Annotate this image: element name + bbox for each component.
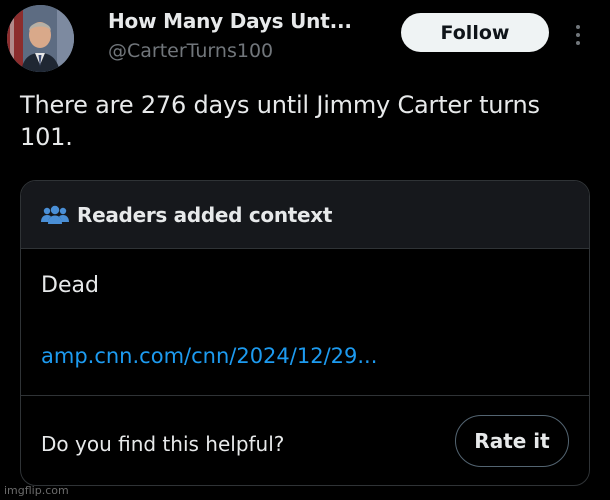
author-display-name[interactable]: How Many Days Unt... [108, 9, 352, 33]
community-note-card: Readers added context Dead amp.cnn.com/c… [20, 180, 590, 486]
more-vertical-icon-dot [576, 41, 580, 45]
more-options-button[interactable] [568, 20, 588, 50]
people-icon [41, 204, 69, 226]
community-note-body: Dead [41, 273, 99, 298]
divider [21, 395, 589, 396]
community-note-title: Readers added context [77, 202, 333, 227]
tweet-text: There are 276 days until Jimmy Carter tu… [20, 91, 540, 151]
avatar[interactable] [7, 5, 74, 72]
community-note-header: Readers added context [21, 181, 589, 249]
more-vertical-icon-dot [576, 33, 580, 37]
avatar-portrait-icon [7, 5, 74, 72]
follow-button[interactable]: Follow [401, 13, 549, 52]
watermark: imgflip.com [4, 484, 69, 497]
rate-it-button[interactable]: Rate it [455, 415, 569, 467]
author-handle[interactable]: @CarterTurns100 [108, 40, 273, 62]
community-note-source-link[interactable]: amp.cnn.com/cnn/2024/12/29... [41, 344, 377, 368]
helpful-question: Do you find this helpful? [41, 432, 285, 456]
more-vertical-icon [576, 25, 580, 29]
